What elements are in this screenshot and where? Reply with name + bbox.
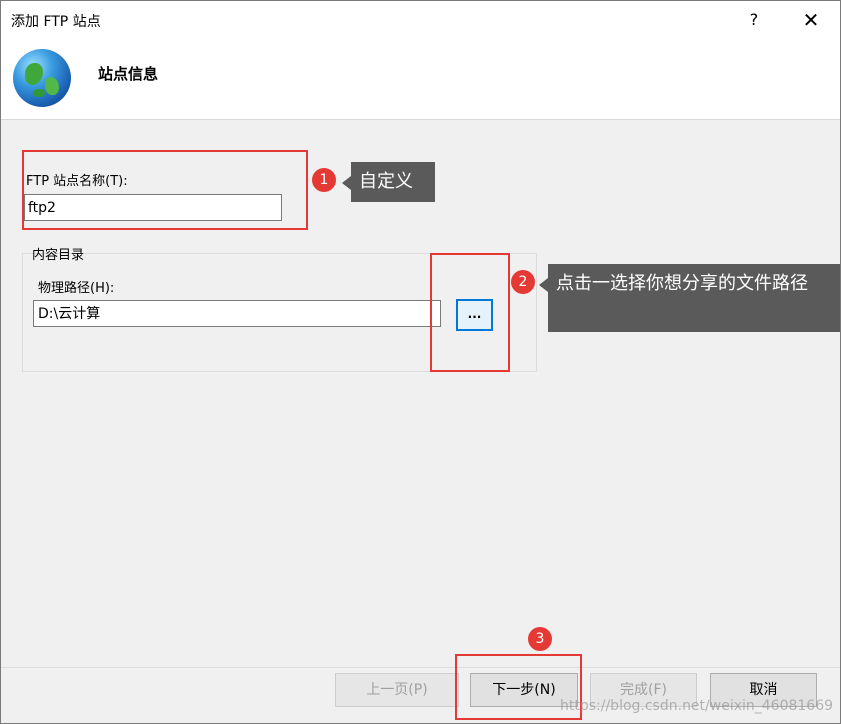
previous-button[interactable]: 上一页(P) [335, 673, 459, 707]
physical-path-input[interactable]: D:\云计算 [33, 300, 441, 327]
highlight-box-site-name [22, 150, 308, 230]
watermark: https://blog.csdn.net/weixin_46081669 [560, 698, 834, 714]
window-title: 添加 FTP 站点 [11, 14, 101, 30]
footer-divider [1, 667, 840, 668]
highlight-box-browse [430, 253, 510, 372]
globe-icon [13, 49, 71, 107]
callout-choose-path: 点击一选择你想分享的文件路径 [539, 264, 840, 332]
callout-custom: 自定义 [342, 162, 435, 202]
content-directory-label: 内容目录 [32, 248, 85, 263]
step-badge-2: 2 [511, 270, 535, 294]
close-button[interactable]: ✕ [791, 5, 831, 35]
wizard-header: 站点信息 [1, 39, 840, 120]
help-button[interactable]: ? [736, 5, 772, 35]
title-bar: 添加 FTP 站点 ? ✕ [1, 1, 840, 39]
step-badge-3: 3 [528, 627, 552, 651]
callout-choose-path-text: 点击一选择你想分享的文件路径 [556, 273, 808, 294]
step-badge-1: 1 [312, 168, 336, 192]
callout-custom-text: 自定义 [359, 171, 413, 192]
add-ftp-site-dialog: 添加 FTP 站点 ? ✕ 站点信息 FTP 站点名称(T): ftp2 内容目… [0, 0, 841, 724]
physical-path-label: 物理路径(H): [38, 281, 115, 296]
page-title: 站点信息 [98, 65, 159, 83]
